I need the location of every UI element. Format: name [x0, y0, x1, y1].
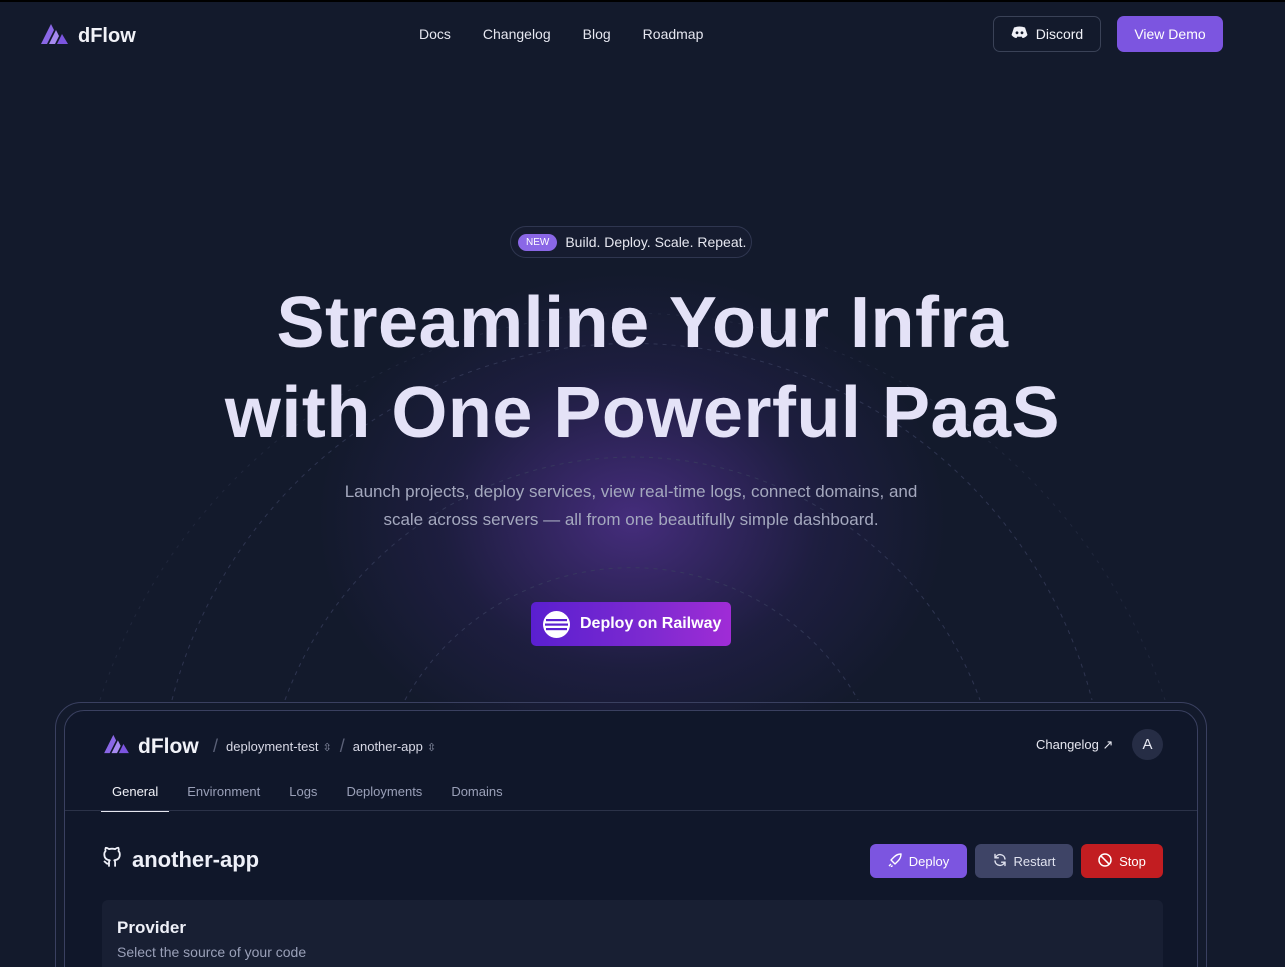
provider-title: Provider: [117, 918, 186, 937]
tab-domains[interactable]: Domains: [440, 781, 513, 812]
dflow-logo-icon: [102, 733, 132, 760]
deploy-label: Deploy: [908, 853, 950, 869]
hero-subtitle: Launch projects, deploy services, view r…: [344, 482, 918, 529]
discord-button[interactable]: Discord: [993, 16, 1101, 52]
view-demo-button[interactable]: View Demo: [1117, 16, 1223, 52]
railway-cta-label: Deploy on Railway: [580, 615, 722, 632]
avatar[interactable]: A: [1132, 729, 1163, 760]
rocket-icon: [888, 852, 902, 870]
dashboard-preview: dFlow / deployment-test ⇳ / another-app ⇳ …: [64, 710, 1198, 967]
service-title: another-app: [132, 846, 260, 872]
chevron-up-down-icon: ⇳: [322, 742, 332, 754]
service-name: another-app: [352, 739, 423, 754]
project-name: deployment-test: [226, 739, 319, 754]
headline-line-1: Streamline Your Infra: [276, 283, 1009, 363]
nav-link-blog[interactable]: Blog: [583, 26, 611, 42]
ban-icon: [1098, 852, 1112, 870]
hero-headline: Streamline Your Infra with One Powerful …: [0, 278, 1285, 458]
deploy-on-railway-button[interactable]: Deploy on Railway: [531, 602, 731, 646]
announcement-badge[interactable]: NEW Build. Deploy. Scale. Repeat.: [510, 226, 752, 258]
tab-logs[interactable]: Logs: [278, 781, 328, 812]
nav-link-changelog[interactable]: Changelog: [483, 26, 551, 42]
breadcrumb-separator: /: [213, 736, 219, 756]
new-pill: NEW: [518, 233, 558, 251]
stop-button[interactable]: Stop: [1081, 844, 1163, 878]
app-changelog-link[interactable]: Changelog ↗: [1036, 737, 1113, 753]
discord-icon: [1011, 26, 1028, 42]
provider-card: Provider Select the source of your code: [102, 900, 1163, 967]
nav-links: Docs Changelog Blog Roadmap: [419, 26, 703, 42]
discord-label: Discord: [1035, 26, 1084, 42]
brand-name: dFlow: [78, 25, 136, 47]
breadcrumb: / deployment-test ⇳ / another-app ⇳: [213, 736, 436, 757]
app-brand[interactable]: dFlow: [102, 733, 199, 760]
refresh-icon: [993, 853, 1007, 870]
top-nav: dFlow Docs Changelog Blog Roadmap Discor…: [0, 2, 1285, 66]
breadcrumb-separator: /: [339, 736, 345, 756]
brand[interactable]: dFlow: [40, 22, 136, 51]
restart-button[interactable]: Restart: [975, 844, 1073, 878]
stop-label: Stop: [1119, 853, 1146, 869]
chevron-up-down-icon: ⇳: [426, 742, 437, 754]
service-header: another-app: [102, 846, 259, 873]
badge-text: Build. Deploy. Scale. Repeat.: [565, 234, 747, 250]
tabs-divider: [65, 810, 1197, 811]
deploy-button[interactable]: Deploy: [870, 844, 967, 878]
restart-label: Restart: [1013, 853, 1056, 869]
nav-link-docs[interactable]: Docs: [419, 26, 451, 42]
tab-general[interactable]: General: [101, 781, 170, 812]
headline-line-2: with One Powerful PaaS: [224, 373, 1061, 453]
breadcrumb-project[interactable]: deployment-test ⇳: [226, 739, 332, 754]
tab-deployments[interactable]: Deployments: [335, 781, 433, 812]
github-icon: [102, 846, 122, 873]
breadcrumb-service[interactable]: another-app ⇳: [353, 739, 436, 754]
nav-link-roadmap[interactable]: Roadmap: [643, 26, 704, 42]
railway-logo-icon: [543, 610, 570, 638]
tab-environment[interactable]: Environment: [176, 781, 271, 812]
provider-subtitle: Select the source of your code: [117, 944, 307, 960]
app-brand-name: dFlow: [138, 734, 199, 758]
dflow-logo-icon: [40, 22, 70, 51]
app-tabs: General Environment Logs Deployments Dom…: [101, 781, 521, 812]
